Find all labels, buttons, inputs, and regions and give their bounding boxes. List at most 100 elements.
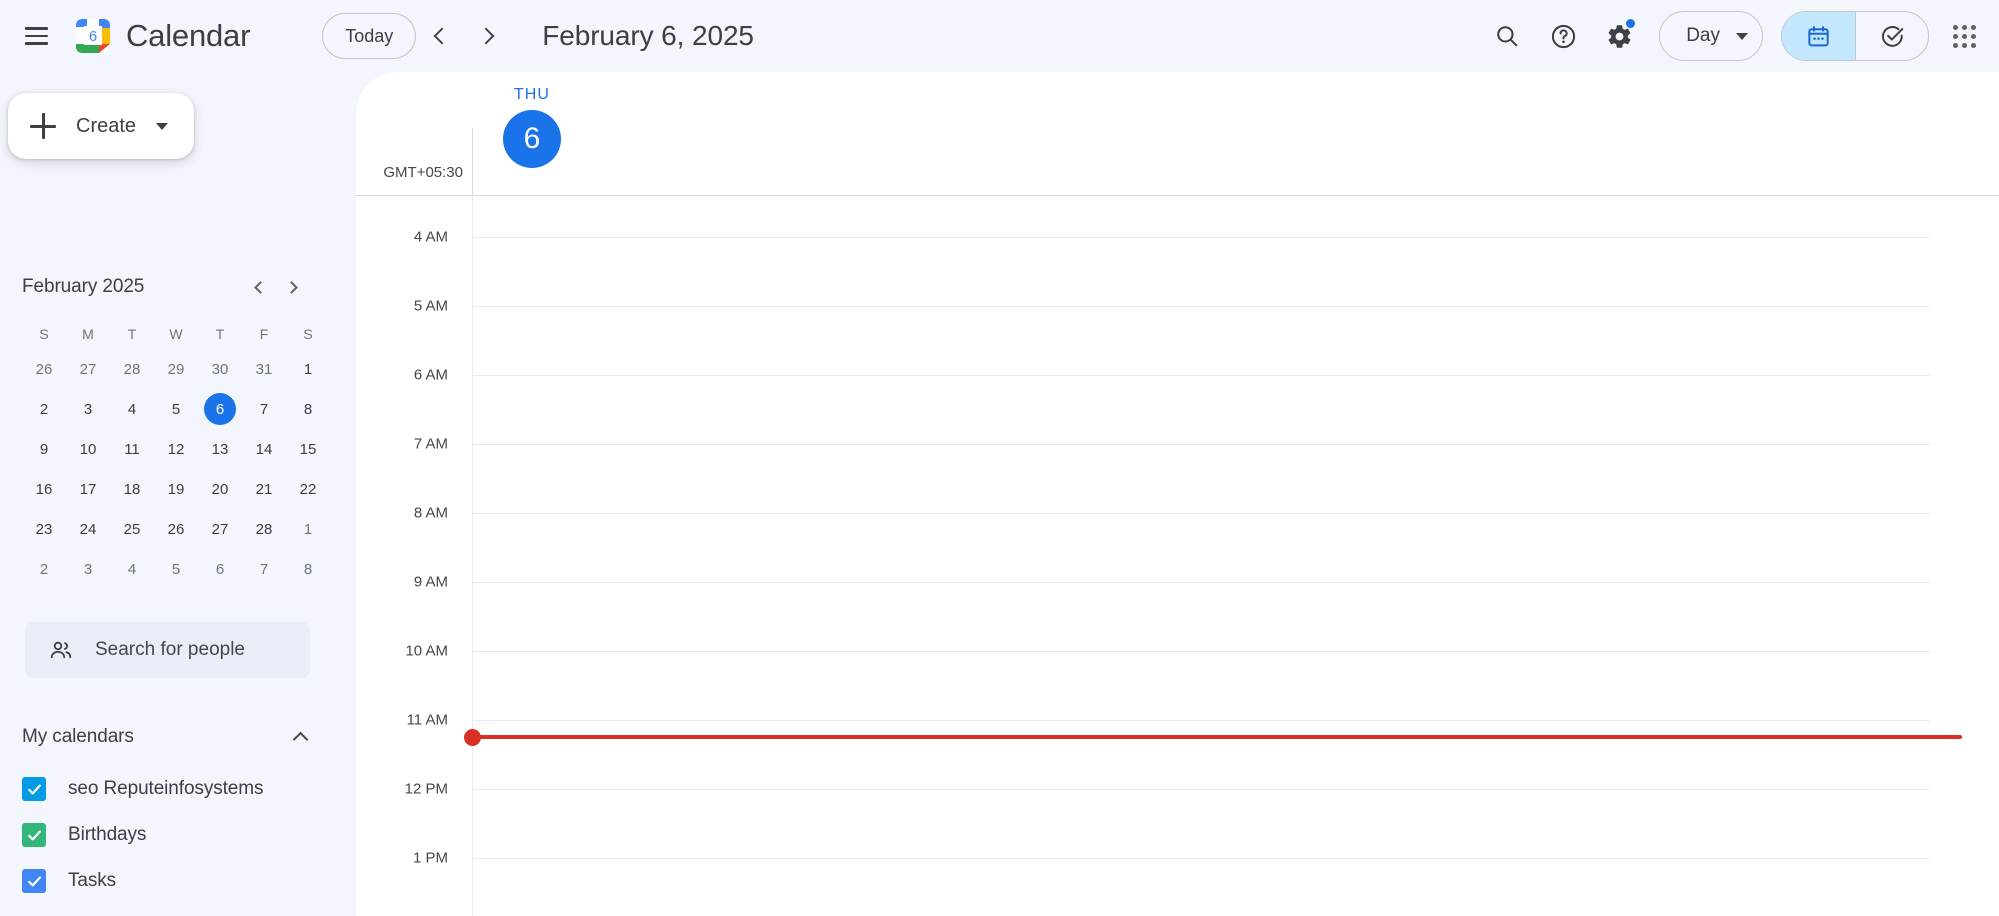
mini-calendar-day[interactable]: 27 [198, 509, 242, 549]
search-button[interactable] [1481, 10, 1533, 62]
mini-calendar-day[interactable]: 28 [242, 509, 286, 549]
mini-calendar-day[interactable]: 26 [154, 509, 198, 549]
mini-calendar-weekday-1: M [82, 326, 94, 342]
mini-calendar-day[interactable]: 5 [154, 389, 198, 429]
mini-calendar-day-label: 9 [39, 440, 49, 458]
mini-calendar-day[interactable]: 22 [286, 469, 330, 509]
settings-notification-badge [1626, 19, 1636, 28]
my-calendar-checkbox[interactable] [22, 823, 46, 847]
mini-calendar-day[interactable]: 8 [286, 549, 330, 589]
my-calendars-header[interactable]: My calendars [22, 715, 312, 759]
mini-calendar-day[interactable]: 14 [242, 429, 286, 469]
mini-calendar-day[interactable]: 3 [66, 389, 110, 429]
mini-calendar-day[interactable]: 2 [22, 389, 66, 429]
hour-gridline [472, 513, 1930, 514]
day-number-button[interactable]: 6 [503, 110, 561, 168]
today-button[interactable]: Today [322, 13, 417, 59]
day-column-header: THU 6 [472, 86, 592, 168]
mini-calendar-day-label: 8 [303, 400, 313, 418]
hour-gridline [472, 582, 1930, 583]
mini-calendar-day[interactable]: 24 [66, 509, 110, 549]
search-for-people-input[interactable]: Search for people [25, 622, 310, 678]
mini-calendar-day-label: 24 [79, 520, 97, 538]
google-calendar-logo: 6 [74, 17, 112, 55]
mini-calendar-day-label: 26 [167, 520, 185, 538]
google-apps-button[interactable] [1933, 10, 1985, 62]
mini-calendar-day[interactable]: 25 [110, 509, 154, 549]
mini-calendar-day[interactable]: 6 [198, 549, 242, 589]
mini-calendar-day[interactable]: 8 [286, 389, 330, 429]
mini-calendar-day[interactable]: 7 [242, 389, 286, 429]
settings-button[interactable] [1593, 10, 1645, 62]
my-calendar-label: seo Reputeinfosystems [68, 778, 264, 799]
plus-icon [30, 113, 56, 139]
mini-calendar-day[interactable]: 13 [198, 429, 242, 469]
toggle-calendar-view[interactable] [1782, 12, 1855, 60]
mini-calendar-day[interactable]: 6 [198, 389, 242, 429]
mini-calendar: February 2025 S M T W T F S 26 27 28 29 30 31 1 2 3 4 5 6 7… [0, 265, 332, 589]
mini-calendar-day-label: 5 [171, 400, 181, 418]
mini-calendar-day[interactable]: 5 [154, 549, 198, 589]
mini-calendar-day[interactable]: 19 [154, 469, 198, 509]
svg-text:6: 6 [89, 28, 97, 45]
mini-calendar-day[interactable]: 12 [154, 429, 198, 469]
mini-calendar-day[interactable]: 31 [242, 349, 286, 389]
mini-calendar-day[interactable]: 4 [110, 549, 154, 589]
my-calendar-item[interactable]: seo Reputeinfosystems [22, 766, 322, 812]
mini-calendar-day[interactable]: 29 [154, 349, 198, 389]
mini-calendar-day[interactable]: 18 [110, 469, 154, 509]
previous-day-button[interactable] [416, 12, 464, 60]
mini-calendar-day-label: 8 [303, 560, 313, 578]
mini-calendar-day[interactable]: 30 [198, 349, 242, 389]
view-selector-label: Day [1686, 25, 1720, 46]
app-logo-link[interactable]: 6 Calendar [74, 17, 250, 55]
mini-calendar-day[interactable]: 20 [198, 469, 242, 509]
my-calendar-item[interactable]: Tasks [22, 858, 322, 904]
hour-label: 11 AM [406, 711, 448, 729]
mini-calendar-day[interactable]: 4 [110, 389, 154, 429]
mini-calendar-day[interactable]: 11 [110, 429, 154, 469]
my-calendar-checkbox[interactable] [22, 777, 46, 801]
my-calendar-checkbox[interactable] [22, 869, 46, 893]
mini-calendar-day-label: 3 [83, 400, 93, 418]
mini-calendar-day[interactable]: 2 [22, 549, 66, 589]
check-icon [27, 876, 41, 886]
mini-calendar-day[interactable]: 21 [242, 469, 286, 509]
help-button[interactable] [1537, 10, 1589, 62]
toggle-tasks-view[interactable] [1855, 12, 1928, 60]
hour-row: 6 AM [356, 367, 1999, 384]
mini-calendar-weekday-0: S [39, 326, 49, 342]
hour-gridline [472, 789, 1930, 790]
mini-calendar-day[interactable]: 1 [286, 349, 330, 389]
mini-calendar-day[interactable]: 26 [22, 349, 66, 389]
mini-calendar-day-label: 6 [215, 560, 225, 578]
next-day-button[interactable] [464, 12, 512, 60]
hamburger-icon[interactable] [12, 12, 60, 60]
day-view-header: GMT+05:30 THU 6 [356, 72, 1999, 196]
mini-calendar-day[interactable]: 23 [22, 509, 66, 549]
mini-calendar-day-label: 4 [127, 560, 137, 578]
mini-calendar-day[interactable]: 16 [22, 469, 66, 509]
create-button[interactable]: Create [8, 93, 195, 159]
mini-calendar-day[interactable]: 17 [66, 469, 110, 509]
mini-calendar-day[interactable]: 28 [110, 349, 154, 389]
my-calendar-item[interactable]: Birthdays [22, 812, 322, 858]
hour-row: 1 PM [356, 850, 1999, 867]
mini-calendar-day[interactable]: 9 [22, 429, 66, 469]
mini-calendar-day-label: 23 [35, 520, 53, 538]
mini-calendar-prev-button[interactable] [242, 270, 276, 304]
mini-calendar-day[interactable]: 27 [66, 349, 110, 389]
mini-calendar-day[interactable]: 7 [242, 549, 286, 589]
view-selector[interactable]: Day [1659, 11, 1763, 61]
sidebar: Create February 2025 S M T W T F S 26 27 28 29 30 31… [0, 72, 356, 916]
mini-calendar-next-button[interactable] [276, 270, 310, 304]
mini-calendar-day[interactable]: 3 [66, 549, 110, 589]
mini-calendar-day[interactable]: 10 [66, 429, 110, 469]
chevron-up-icon[interactable] [292, 731, 309, 747]
current-time-line [472, 735, 1962, 739]
mini-calendar-day[interactable]: 15 [286, 429, 330, 469]
mini-calendar-day[interactable]: 1 [286, 509, 330, 549]
mini-calendar-day-label: 15 [299, 440, 317, 458]
hour-gridline [472, 651, 1930, 652]
mini-calendar-day-label: 26 [35, 360, 53, 378]
